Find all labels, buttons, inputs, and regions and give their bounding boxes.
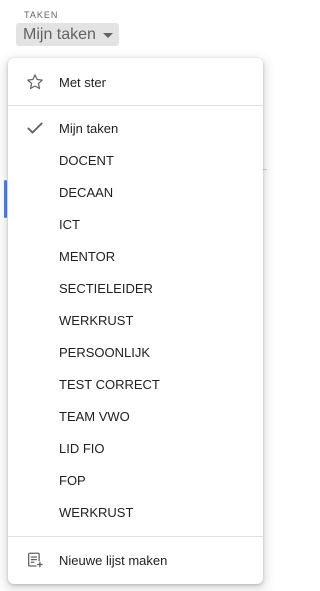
menu-item-list[interactable]: DOCENT — [8, 144, 263, 176]
menu-item-label: TEAM VWO — [59, 408, 130, 424]
menu-item-list[interactable]: MENTOR — [8, 240, 263, 272]
star-icon — [24, 71, 46, 93]
menu-item-label: Met ster — [59, 74, 106, 90]
menu-divider — [8, 105, 263, 106]
menu-divider — [8, 536, 263, 537]
new-list-label: Nieuwe lijst maken — [59, 552, 168, 568]
menu-item-label: WERKRUST — [59, 312, 134, 328]
menu-item-list[interactable]: Mijn taken — [8, 112, 263, 144]
menu-item-label: FOP — [59, 472, 86, 488]
menu-item-starred[interactable]: Met ster — [8, 66, 263, 98]
checkmark-icon — [24, 117, 46, 139]
app-label: TAKEN — [24, 10, 59, 20]
menu-item-label: LID FIO — [59, 440, 105, 456]
menu-item-label: PERSOONLIJK — [59, 344, 151, 360]
menu-item-list[interactable]: TEST CORRECT — [8, 368, 263, 400]
menu-item-list[interactable]: ICT — [8, 208, 263, 240]
menu-item-list[interactable]: FOP — [8, 464, 263, 496]
list-menu: Met ster Mijn taken DOCENT DECAAN ICT ME… — [8, 58, 263, 584]
list-selector-button[interactable]: Mijn taken — [16, 23, 119, 46]
menu-item-label: DECAAN — [59, 184, 114, 200]
menu-item-label: WERKRUST — [59, 504, 134, 520]
menu-item-label: TEST CORRECT — [59, 376, 160, 392]
menu-item-list[interactable]: TEAM VWO — [8, 400, 263, 432]
menu-item-list[interactable]: SECTIELEIDER — [8, 272, 263, 304]
menu-item-list[interactable]: PERSOONLIJK — [8, 336, 263, 368]
menu-item-label: MENTOR — [59, 248, 116, 264]
new-list-icon — [24, 549, 46, 571]
menu-item-list[interactable]: WERKRUST — [8, 304, 263, 336]
new-list-button[interactable]: Nieuwe lijst maken — [8, 544, 263, 576]
list-selector-label: Mijn taken — [23, 25, 96, 43]
caret-down-icon — [102, 32, 113, 38]
menu-item-list[interactable]: LID FIO — [8, 432, 263, 464]
menu-item-label: DOCENT — [59, 152, 114, 168]
menu-item-label: SECTIELEIDER — [59, 280, 153, 296]
background-accent-bar — [4, 180, 7, 218]
menu-item-label: ICT — [59, 216, 80, 232]
menu-item-list[interactable]: DECAAN — [8, 176, 263, 208]
menu-item-list[interactable]: WERKRUST — [8, 496, 263, 528]
menu-item-label: Mijn taken — [59, 120, 119, 136]
